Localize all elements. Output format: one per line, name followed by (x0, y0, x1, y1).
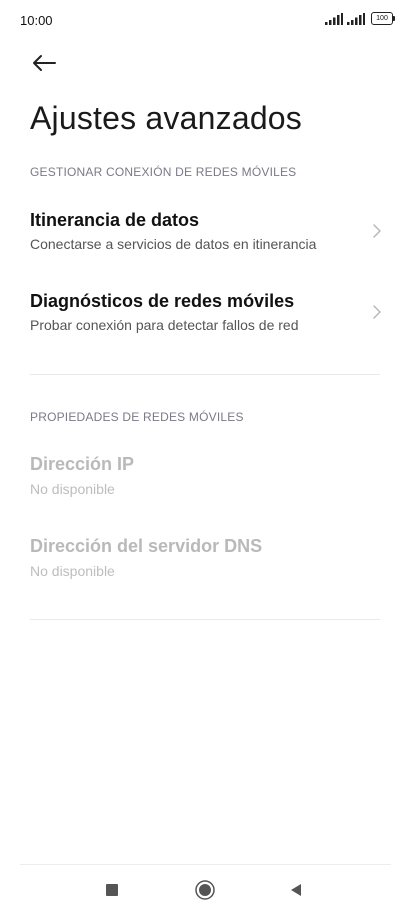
chevron-right-icon (373, 224, 381, 238)
page-title: Ajustes avanzados (30, 100, 303, 136)
signal-icon-sim1 (325, 12, 343, 25)
section-divider (30, 619, 380, 620)
status-icons: 100 (325, 12, 395, 25)
network-diagnostics-item[interactable]: Diagnósticos de redes móviles Probar con… (0, 281, 411, 351)
network-diagnostics-title: Diagnósticos de redes móviles (30, 291, 295, 311)
status-time: 10:00 (20, 13, 53, 28)
home-button[interactable] (193, 878, 217, 902)
section-header-properties: PROPIEDADES DE REDES MÓVILES (30, 410, 244, 424)
nav-back-button[interactable] (284, 878, 308, 902)
circle-icon (195, 880, 215, 900)
nav-bar-divider (20, 864, 391, 865)
section-header-manage: GESTIONAR CONEXIÓN DE REDES MÓVILES (30, 165, 297, 179)
dns-server-item: Dirección del servidor DNS No disponible (0, 526, 411, 596)
back-button[interactable] (28, 48, 60, 78)
network-diagnostics-subtitle: Probar conexión para detectar fallos de … (30, 317, 299, 333)
square-icon (106, 884, 118, 896)
roaming-data-item[interactable]: Itinerancia de datos Conectarse a servic… (0, 200, 411, 270)
section-divider (30, 374, 380, 375)
roaming-data-subtitle: Conectarse a servicios de datos en itine… (30, 236, 317, 252)
ip-address-title: Dirección IP (30, 454, 135, 474)
dns-server-value: No disponible (30, 563, 115, 579)
triangle-left-icon (291, 884, 301, 896)
roaming-data-title: Itinerancia de datos (30, 210, 200, 230)
status-bar: 10:00 100 (0, 0, 411, 40)
dns-server-title: Dirección del servidor DNS (30, 536, 263, 556)
battery-icon: 100 (371, 12, 395, 25)
ip-address-item: Dirección IP No disponible (0, 444, 411, 514)
signal-icon-sim2 (347, 12, 365, 25)
recent-apps-button[interactable] (100, 878, 124, 902)
arrow-left-icon (33, 55, 56, 71)
ip-address-value: No disponible (30, 481, 115, 497)
chevron-right-icon (373, 305, 381, 319)
